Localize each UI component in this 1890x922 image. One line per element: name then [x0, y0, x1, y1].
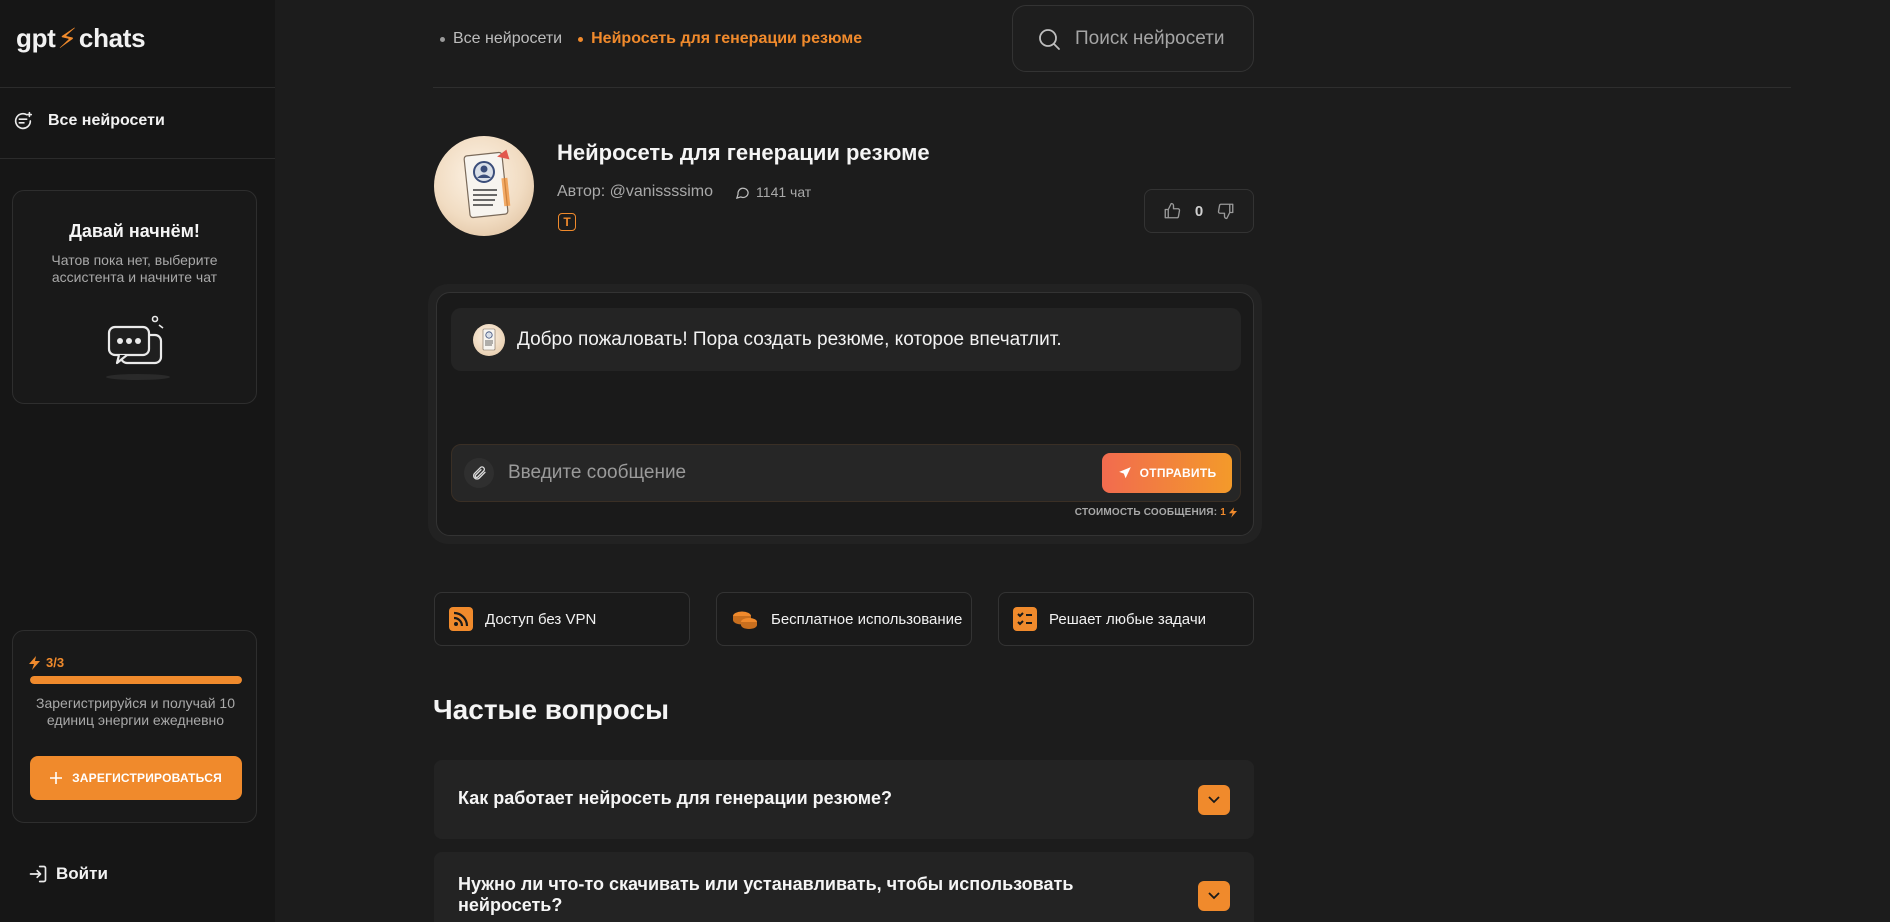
page-title: Нейросеть для генерации резюме — [557, 140, 930, 165]
bot-avatar — [434, 136, 534, 236]
chat-count-value: 1141 чат — [756, 184, 812, 200]
welcome-text: Добро пожаловать! Пора создать резюме, к… — [517, 328, 1062, 350]
bot-mini-avatar — [473, 323, 505, 356]
chat-bubbles-icon — [106, 315, 170, 380]
breadcrumb-item-current[interactable]: Нейросеть для генерации резюме — [578, 30, 862, 48]
search-placeholder: Поиск нейросети — [1075, 27, 1225, 49]
bullet-icon — [578, 36, 584, 42]
message-input[interactable] — [508, 462, 1102, 484]
sidebar-divider — [0, 158, 275, 159]
comment-icon — [735, 187, 749, 199]
bot-author[interactable]: Автор: @vanissssimo — [557, 183, 713, 201]
text-model-badge-icon: T — [558, 213, 576, 231]
search-icon — [1039, 28, 1060, 50]
register-button[interactable]: ЗАРЕГИСТРИРОВАТЬСЯ — [30, 756, 242, 800]
logo[interactable]: gpt ⚡ chats — [16, 22, 146, 55]
checklist-icon — [1013, 607, 1037, 631]
chat-panel: Добро пожаловать! Пора создать резюме, к… — [428, 284, 1262, 544]
chevron-down-icon[interactable] — [1198, 881, 1230, 911]
feature-any-task: Решает любые задачи — [998, 592, 1254, 646]
energy-counter: 3/3 — [29, 655, 64, 670]
breadcrumb-item-all[interactable]: Все нейросети — [440, 30, 562, 48]
login-icon — [29, 865, 47, 883]
send-icon — [1118, 467, 1131, 479]
resume-document-icon — [482, 328, 496, 350]
paperclip-icon — [473, 466, 486, 480]
energy-progress-fill — [30, 676, 242, 684]
sidebar-item-all-networks[interactable]: Все нейросети — [12, 110, 165, 132]
feature-no-vpn: Доступ без VPN — [434, 592, 690, 646]
rss-icon — [449, 607, 473, 631]
energy-card: 3/3 Зарегистрируйся и получай 10 единиц … — [12, 630, 257, 823]
feature-label: Решает любые задачи — [1049, 610, 1207, 628]
chat-sparkle-icon — [14, 111, 33, 130]
faq-question: Как работает нейросеть для генерации рез… — [458, 788, 893, 808]
sidebar-item-label: Все нейросети — [48, 112, 165, 129]
plus-icon — [50, 772, 63, 784]
feature-label: Бесплатное использование — [771, 610, 963, 628]
coins-icon — [733, 611, 757, 629]
feature-label: Доступ без VPN — [485, 610, 597, 628]
search-box[interactable]: Поиск нейросети — [1012, 5, 1254, 72]
faq-title: Частые вопросы — [433, 694, 669, 725]
breadcrumb: Все нейросети Нейросеть для генерации ре… — [440, 30, 862, 48]
login-label: Войти — [56, 864, 108, 883]
sidebar-divider — [0, 87, 275, 88]
faq-item[interactable]: Как работает нейросеть для генерации рез… — [434, 760, 1254, 839]
rating-control: 0 — [1144, 189, 1254, 233]
faq-question: Нужно ли что-то скачивать или устанавлив… — [458, 874, 1074, 915]
login-button[interactable]: Войти — [28, 864, 108, 884]
faq-item[interactable]: Нужно ли что-то скачивать или устанавлив… — [434, 852, 1254, 922]
register-button-label: ЗАРЕГИСТРИРОВАТЬСЯ — [72, 771, 222, 785]
logo-bolt-icon: ⚡ — [57, 23, 78, 54]
attach-button[interactable] — [464, 458, 494, 488]
bolt-icon — [1229, 507, 1237, 518]
breadcrumb-label: Нейросеть для генерации резюме — [591, 30, 863, 47]
breadcrumb-label: Все нейросети — [453, 30, 563, 47]
logo-text-gpt: gpt — [16, 23, 56, 53]
energy-text: Зарегистрируйся и получай 10 единиц энер… — [36, 695, 235, 728]
features-list: Доступ без VPN Бесплатное использование … — [434, 592, 1254, 646]
energy-count: 3/3 — [46, 655, 65, 670]
message-cost-value: 1 — [1220, 507, 1226, 518]
bot-meta: Автор: @vanissssimo 1141 чат — [557, 183, 811, 201]
message-cost: СТОИМОСТЬ СООБЩЕНИЯ: 1 — [1075, 507, 1237, 518]
header-divider — [433, 87, 1791, 88]
send-button-label: ОТПРАВИТЬ — [1139, 466, 1217, 480]
bullet-icon — [440, 36, 445, 42]
bolt-icon — [29, 655, 40, 670]
send-button[interactable]: ОТПРАВИТЬ — [1102, 453, 1232, 493]
thumbs-down-icon[interactable] — [1217, 202, 1235, 220]
message-composer: ОТПРАВИТЬ — [451, 444, 1241, 502]
start-card-title: Давай начнём! — [69, 221, 200, 241]
start-card-text: Чатов пока нет, выберите ассистента и на… — [51, 252, 218, 285]
thumbs-up-icon[interactable] — [1163, 202, 1181, 220]
start-card: Давай начнём! Чатов пока нет, выберите а… — [12, 190, 257, 404]
energy-progress-bar — [30, 676, 242, 684]
chevron-down-icon[interactable] — [1198, 785, 1230, 815]
feature-free-use: Бесплатное использование — [716, 592, 972, 646]
sidebar: gpt ⚡ chats Все нейросети Давай начнём! … — [0, 0, 275, 922]
rating-value: 0 — [1194, 202, 1204, 220]
chat-area: Добро пожаловать! Пора создать резюме, к… — [436, 292, 1254, 536]
message-cost-label: СТОИМОСТЬ СООБЩЕНИЯ: — [1074, 507, 1218, 518]
logo-text-chats: chats — [78, 23, 146, 53]
resume-document-icon — [463, 149, 511, 219]
chat-count: 1141 чат — [735, 184, 811, 200]
welcome-message: Добро пожаловать! Пора создать резюме, к… — [451, 308, 1241, 371]
